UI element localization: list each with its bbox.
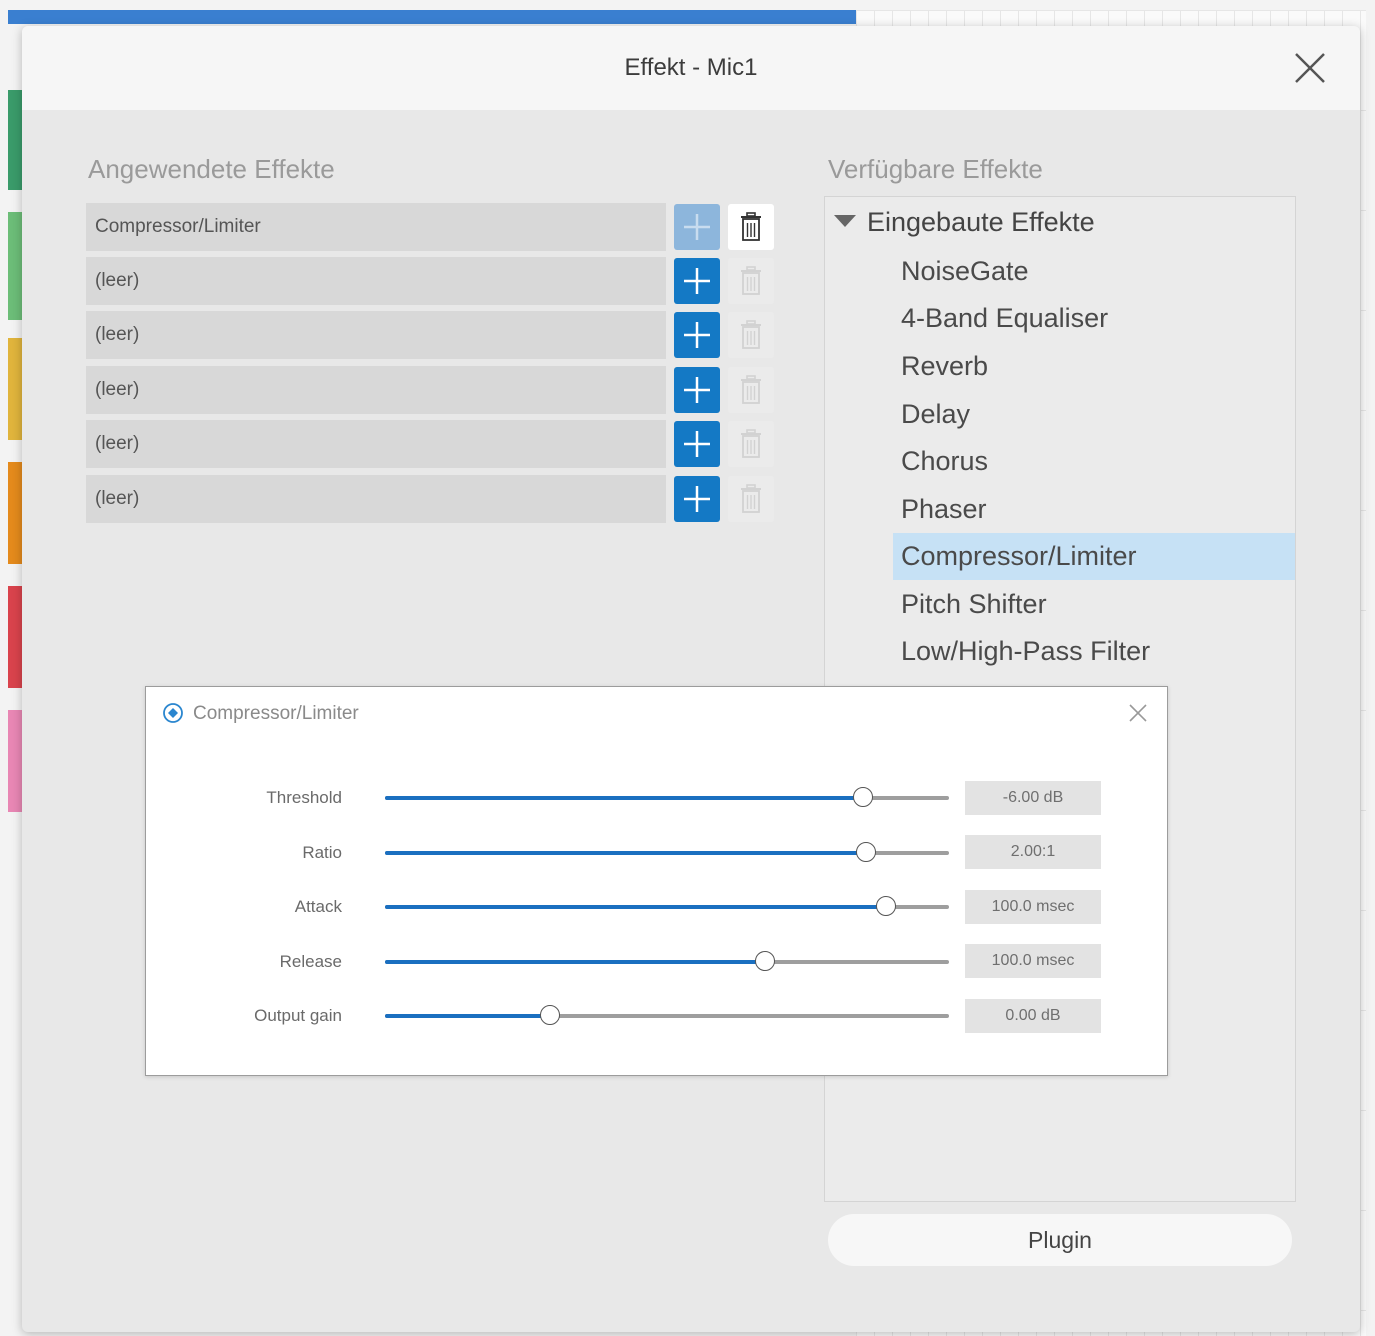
close-icon[interactable]	[1290, 48, 1330, 88]
effect-item-label: Low/High-Pass Filter	[901, 636, 1151, 666]
effect-slot[interactable]: Compressor/Limiter	[86, 203, 666, 251]
plus-icon	[684, 214, 710, 240]
available-effects-heading: Verfügbare Effekte	[828, 154, 1043, 184]
effect-item-label: Delay	[901, 399, 971, 429]
effect-item-chorus[interactable]: Chorus	[893, 438, 1295, 485]
slider-fill	[385, 796, 865, 800]
threshold-slider[interactable]	[385, 787, 949, 807]
effect-slot[interactable]: (leer)	[86, 475, 666, 523]
effect-item-label: Pitch Shifter	[901, 589, 1047, 619]
effect-slot[interactable]: (leer)	[86, 257, 666, 305]
trash-icon	[741, 484, 761, 513]
tree-group-label: Eingebaute Effekte	[867, 207, 1095, 237]
applied-effects-heading: Angewendete Effekte	[88, 154, 335, 184]
slider-fill	[385, 960, 766, 964]
slider-fill	[385, 1014, 552, 1018]
effect-slot-label: (leer)	[95, 379, 140, 400]
track-color-strip	[8, 710, 22, 812]
effect-item-label: Reverb	[901, 351, 989, 381]
threshold-value-field[interactable]: -6.00 dB	[965, 781, 1101, 815]
delete-effect-button[interactable]	[728, 421, 774, 467]
add-effect-button[interactable]	[674, 367, 720, 413]
trash-icon	[741, 266, 761, 295]
add-effect-button[interactable]	[674, 421, 720, 467]
output-gain-slider[interactable]	[385, 1005, 949, 1025]
delete-effect-button[interactable]	[728, 258, 774, 304]
effect-item-reverb[interactable]: Reverb	[893, 343, 1295, 390]
track-color-strip	[8, 212, 22, 320]
slider-fill	[385, 851, 868, 855]
delete-effect-button[interactable]	[728, 204, 774, 250]
attack-slider[interactable]	[385, 896, 949, 916]
effect-item-label: Chorus	[901, 446, 989, 476]
track-color-strip	[8, 338, 22, 440]
delete-effect-button[interactable]	[728, 476, 774, 522]
track-color-strip	[8, 462, 22, 564]
param-label: Release	[279, 952, 342, 971]
effect-slot[interactable]: (leer)	[86, 420, 666, 468]
slider-thumb[interactable]	[540, 1005, 561, 1025]
plus-icon	[684, 431, 710, 457]
effect-slot-label: Compressor/Limiter	[95, 216, 261, 237]
ratio-value-field[interactable]: 2.00:1	[965, 835, 1101, 869]
compressor-panel-title: Compressor/Limiter	[193, 703, 359, 724]
slider-thumb[interactable]	[875, 896, 896, 916]
effect-slot-label: (leer)	[95, 488, 140, 509]
effect-dialog: Effekt - Mic1 Angewendete Effekte Verfüg…	[22, 26, 1360, 1332]
effect-item-label: Phaser	[901, 494, 987, 524]
effect-slot-label: (leer)	[95, 433, 140, 454]
ratio-slider[interactable]	[385, 842, 949, 862]
slider-fill	[385, 905, 887, 909]
effect-item-label: 4-Band Equaliser	[901, 303, 1109, 333]
plus-icon	[684, 322, 710, 348]
dialog-title: Effekt - Mic1	[624, 54, 758, 81]
triangle-down-icon	[834, 215, 856, 227]
effect-slot[interactable]: (leer)	[86, 311, 666, 359]
slider-thumb[interactable]	[754, 951, 775, 971]
effect-item-4-band-equaliser[interactable]: 4-Band Equaliser	[893, 295, 1295, 342]
plugin-button[interactable]: Plugin	[828, 1214, 1292, 1266]
trash-icon	[741, 320, 761, 349]
trash-icon	[741, 429, 761, 458]
param-label: Ratio	[302, 843, 342, 862]
effect-item-label: Compressor/Limiter	[901, 541, 1137, 571]
effect-slot-label: (leer)	[95, 324, 140, 345]
effect-item-label: NoiseGate	[901, 256, 1029, 286]
effect-item-low-high-pass-filter[interactable]: Low/High-Pass Filter	[893, 628, 1295, 675]
add-effect-button[interactable]	[674, 476, 720, 522]
add-effect-button[interactable]	[674, 204, 720, 250]
close-icon[interactable]	[1128, 703, 1148, 723]
slider-thumb[interactable]	[853, 787, 874, 807]
effect-item-compressor-limiter[interactable]: Compressor/Limiter	[893, 533, 1295, 580]
background-toolbar	[8, 10, 856, 24]
effect-item-phaser[interactable]: Phaser	[893, 486, 1295, 533]
add-effect-button[interactable]	[674, 312, 720, 358]
track-color-strip	[8, 90, 22, 190]
release-slider[interactable]	[385, 951, 949, 971]
plus-icon	[684, 268, 710, 294]
release-value-field[interactable]: 100.0 msec	[965, 944, 1101, 978]
param-label: Attack	[294, 897, 342, 916]
output-gain-value-field[interactable]: 0.00 dB	[965, 999, 1101, 1033]
delete-effect-button[interactable]	[728, 367, 774, 413]
effect-slot[interactable]: (leer)	[86, 366, 666, 414]
trash-icon	[741, 375, 761, 404]
slider-thumb[interactable]	[856, 842, 877, 862]
attack-value-field[interactable]: 100.0 msec	[965, 890, 1101, 924]
effect-slot-label: (leer)	[95, 270, 140, 291]
effect-item-delay[interactable]: Delay	[893, 391, 1295, 438]
plus-icon	[684, 486, 710, 512]
effect-item-pitch-shifter[interactable]: Pitch Shifter	[893, 581, 1295, 628]
trash-icon	[741, 212, 761, 241]
track-color-strip	[8, 586, 22, 688]
param-label: Output gain	[254, 1006, 342, 1025]
add-effect-button[interactable]	[674, 258, 720, 304]
delete-effect-button[interactable]	[728, 312, 774, 358]
compressor-panel: Compressor/Limiter Threshold -6.00 dB Ra…	[145, 686, 1168, 1076]
effect-item-noisegate[interactable]: NoiseGate	[893, 248, 1295, 295]
param-label: Threshold	[266, 788, 342, 807]
effect-plugin-icon	[163, 703, 183, 723]
plus-icon	[684, 377, 710, 403]
dialog-header: Effekt - Mic1	[22, 26, 1360, 110]
